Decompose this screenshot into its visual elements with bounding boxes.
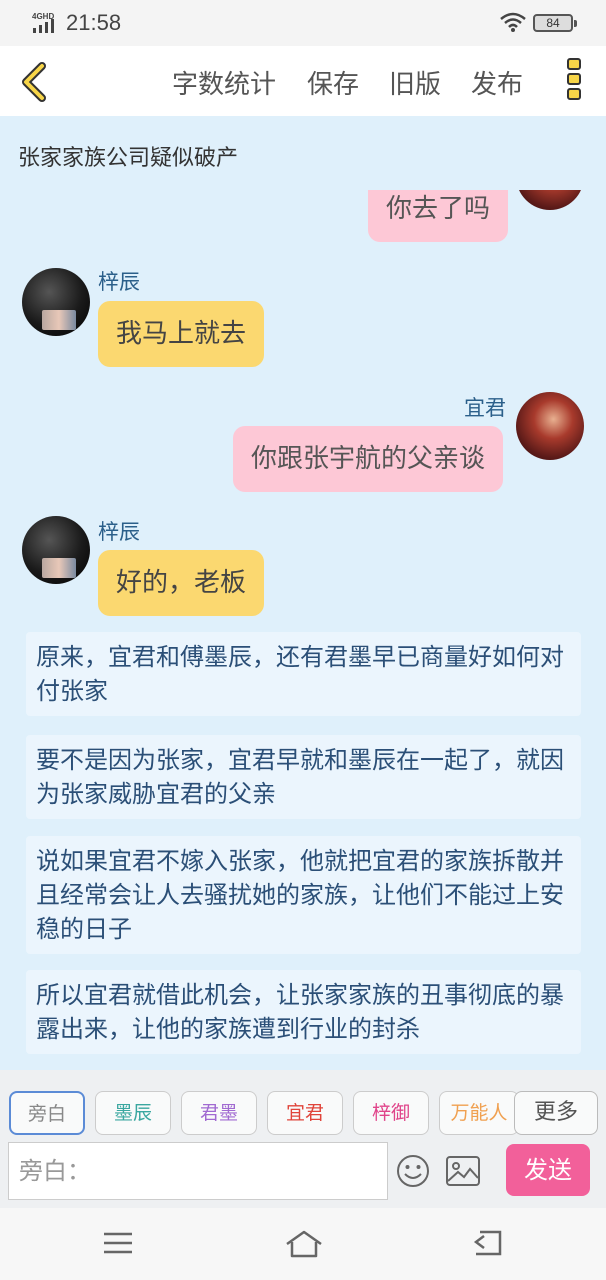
role-junmo[interactable]: 君墨 (181, 1091, 257, 1135)
publish-button[interactable]: 发布 (471, 64, 523, 101)
speaker-name: 梓辰 (98, 270, 140, 294)
role-mochen[interactable]: 墨辰 (95, 1091, 171, 1135)
narration-block[interactable]: 说如果宜君不嫁入张家，他就把宜君的家族拆散并且经常会让人去骚扰她的家族，让他们不… (26, 836, 581, 954)
avatar-zichen[interactable] (22, 268, 90, 336)
story-title: 张家家族公司疑似破产 (18, 146, 239, 171)
smile-icon[interactable] (396, 1154, 430, 1188)
word-count-button[interactable]: 字数统计 (172, 64, 276, 101)
message-bubble[interactable]: 我马上就去 (98, 301, 265, 367)
avatar-yijun[interactable] (516, 190, 584, 210)
clock: 21:58 (66, 10, 122, 35)
speaker-name: 梓辰 (98, 520, 140, 544)
menu-icon[interactable] (102, 1228, 134, 1258)
chat-area[interactable]: 你去了吗 梓辰 我马上就去 宜君 你跟张宇航的父亲谈 梓辰 好的，老板 原来，宜… (0, 190, 606, 1070)
top-toolbar: 字数统计 保存 旧版 发布 (0, 46, 606, 116)
status-bar: 4GHD 21:58 84 (0, 0, 606, 46)
wifi-icon (500, 12, 526, 32)
save-button[interactable]: 保存 (307, 64, 359, 101)
role-wanneng[interactable]: 万能人 (439, 1091, 519, 1135)
speaker-name: 宜君 (464, 396, 506, 420)
avatar-zichen[interactable] (22, 516, 90, 584)
message-input[interactable]: 旁白： (8, 1142, 388, 1200)
message-bubble[interactable]: 你跟张宇航的父亲谈 (233, 426, 504, 492)
narration-block[interactable]: 要不是因为张家，宜君早就和墨辰在一起了，就因为张家威胁宜君的父亲 (26, 735, 581, 819)
role-narrator[interactable]: 旁白 (9, 1091, 85, 1135)
battery-icon: 84 (533, 14, 577, 32)
message-bubble[interactable]: 你去了吗 (368, 190, 509, 242)
image-icon[interactable] (446, 1156, 480, 1186)
message-bubble[interactable]: 好的，老板 (98, 550, 265, 616)
home-icon[interactable] (284, 1228, 324, 1260)
role-ziyu[interactable]: 梓御 (353, 1091, 429, 1135)
old-version-button[interactable]: 旧版 (389, 64, 441, 101)
role-yijun[interactable]: 宜君 (267, 1091, 343, 1135)
more-roles-button[interactable]: 更多 (514, 1091, 598, 1135)
back-icon[interactable] (470, 1228, 506, 1258)
signal-icon: 4GHD (32, 12, 54, 33)
chevron-left-icon[interactable] (14, 60, 54, 104)
narration-block[interactable]: 所以宜君就借此机会，让张家家族的丑事彻底的暴露出来，让他的家族遭到行业的封杀 (26, 970, 581, 1054)
avatar-yijun[interactable] (516, 392, 584, 460)
narration-block[interactable]: 原来，宜君和傅墨辰，还有君墨早已商量好如何对付张家 (26, 632, 581, 716)
more-vertical-icon[interactable] (564, 58, 584, 106)
send-button[interactable]: 发送 (506, 1144, 590, 1196)
system-nav-bar (0, 1208, 606, 1280)
